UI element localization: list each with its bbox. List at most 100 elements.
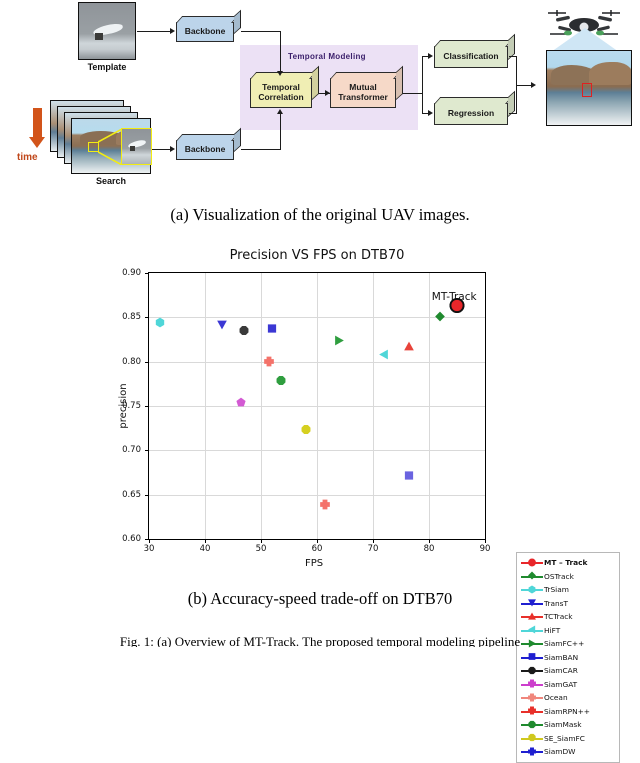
template-image — [78, 2, 136, 60]
template-label: Template — [87, 62, 127, 72]
connector-backbone-top-v — [280, 31, 282, 72]
drone-view-cone — [551, 28, 619, 52]
data-point-se-siamfc — [300, 422, 311, 440]
arrowhead-tc-to-mt — [325, 90, 330, 96]
time-arrow-head — [29, 137, 45, 148]
x-tick-mark — [205, 539, 206, 543]
data-point-siamcar — [239, 323, 250, 341]
y-tick-mark — [145, 539, 149, 540]
connector-backbone-bot-v — [280, 114, 282, 150]
connector-backbone-top-h — [241, 31, 281, 33]
grid-line-horizontal — [149, 494, 485, 496]
mutual-transformer-block: Mutual Transformer — [330, 78, 396, 108]
legend-label: SiamDW — [544, 747, 576, 757]
x-tick-label: 80 — [423, 544, 435, 554]
x-tick-mark — [317, 539, 318, 543]
arrowhead-into-temporal-correlation-top — [277, 71, 283, 76]
data-point-transt — [216, 317, 227, 335]
y-tick-mark — [145, 361, 149, 363]
arrowhead-regression — [428, 110, 433, 116]
zoom-cone — [98, 129, 122, 165]
connector-template-backbone — [137, 31, 170, 33]
legend-marker-icon — [520, 745, 544, 758]
architecture-diagram: Template Search time Temporal Modeling B… — [0, 0, 640, 224]
x-tick-label: 50 — [255, 544, 267, 554]
legend-label: SiamRPN++ — [544, 706, 590, 716]
panel-b-caption: (b) Accuracy-speed trade-off on DTB70 — [187, 589, 453, 608]
legend-label: SiamMask — [544, 720, 582, 730]
y-tick-mark — [145, 273, 149, 274]
panel-a-caption: (a) Visualization of the original UAV im… — [170, 205, 470, 224]
x-axis-label: FPS — [305, 558, 324, 569]
grid-line-horizontal — [149, 406, 485, 407]
x-tick-label: 70 — [367, 544, 379, 554]
y-tick-label: 0.65 — [122, 489, 141, 500]
data-point-siamfc — [334, 333, 345, 351]
data-point-tctrack — [404, 339, 415, 357]
y-axis-label: precision — [118, 383, 129, 429]
x-tick-label: 40 — [199, 544, 211, 554]
legend-label: SiamBAN — [544, 652, 579, 662]
chart-title: Precision VS FPS on DTB70 — [229, 248, 405, 263]
data-point-ocean — [264, 354, 275, 372]
search-label: Search — [95, 176, 127, 186]
temporal-correlation-label: Temporal Correlation — [258, 82, 304, 102]
x-tick-mark — [373, 539, 374, 543]
x-tick-mark — [485, 539, 486, 543]
arrowhead-template-backbone — [170, 28, 175, 34]
y-tick-label: 0.80 — [122, 356, 141, 367]
y-tick-label: 0.90 — [122, 268, 141, 278]
connector-heads-merge-h2 — [509, 113, 517, 115]
zoomed-patch — [121, 128, 152, 165]
chart-annotation: MT-Track — [431, 290, 477, 303]
data-point-siammask — [275, 373, 286, 391]
y-tick-label: 0.60 — [122, 534, 141, 544]
legend-label: OSTrack — [544, 571, 574, 581]
y-tick-mark — [145, 450, 149, 452]
connector-to-output — [516, 85, 532, 87]
regression-block: Regression — [434, 103, 508, 125]
data-point-siamgat — [236, 395, 247, 413]
connector-heads-merge-h1 — [509, 56, 517, 58]
tracking-result-box — [582, 83, 592, 97]
legend-label: SE_SiamFC — [544, 733, 585, 743]
legend-label: SiamCAR — [544, 666, 578, 676]
backbone-search-block: Backbone — [176, 140, 234, 160]
data-point-siamrpn — [320, 497, 331, 515]
legend-item-siamdw[interactable]: SiamDW — [520, 745, 617, 759]
plot-area: 30 40 50 60 70 80 90 0.60 0.65 0.70 0.75 0.80 0.85 0.… — [122, 268, 490, 554]
legend-label: TCTrack — [544, 612, 573, 622]
x-tick-mark — [149, 539, 150, 543]
connector-search-backbone — [152, 149, 170, 151]
y-tick-mark — [145, 406, 149, 407]
figure-caption-partial: Fig. 1: (a) Overview of MT-Track. The pr… — [119, 634, 521, 647]
data-point-trsiam — [155, 315, 166, 333]
x-tick-label: 90 — [479, 544, 491, 554]
arrowhead-output — [531, 82, 536, 88]
classification-block: Classification — [434, 46, 508, 68]
grid-line-horizontal — [149, 361, 485, 363]
data-point-siamdw — [404, 468, 415, 486]
arrowhead-classification — [428, 53, 433, 59]
arrowhead-into-temporal-correlation-bottom — [277, 109, 283, 114]
data-point-hift — [379, 347, 390, 365]
y-tick-label: 0.70 — [122, 445, 141, 456]
mutual-transformer-label: Mutual Transformer — [338, 82, 388, 102]
time-arrow-shaft — [33, 108, 42, 138]
x-tick-label: 30 — [143, 544, 155, 554]
legend-label: MT – Track — [544, 558, 588, 568]
data-point-siamban — [267, 321, 278, 339]
temporal-correlation-block: Temporal Correlation — [250, 78, 312, 108]
x-tick-label: 60 — [311, 544, 323, 554]
chart-legend: MT – Track OSTrack TrSiam TransT TCTrack HiFT… — [516, 552, 620, 763]
scatter-chart-panel: Precision VS FPS on DTB70 30 40 50 60 70 80 90… — [0, 236, 640, 763]
x-tick-mark — [261, 539, 262, 543]
y-tick-label: 0.85 — [122, 312, 141, 323]
temporal-modeling-title: Temporal Modeling — [288, 52, 366, 61]
arrowhead-search-backbone — [170, 146, 175, 152]
legend-label: SiamGAT — [544, 679, 578, 689]
y-tick-mark — [145, 317, 149, 319]
connector-head-split — [422, 56, 424, 114]
grid-line-horizontal — [149, 450, 485, 452]
connector-backbone-bot-h — [241, 149, 281, 151]
